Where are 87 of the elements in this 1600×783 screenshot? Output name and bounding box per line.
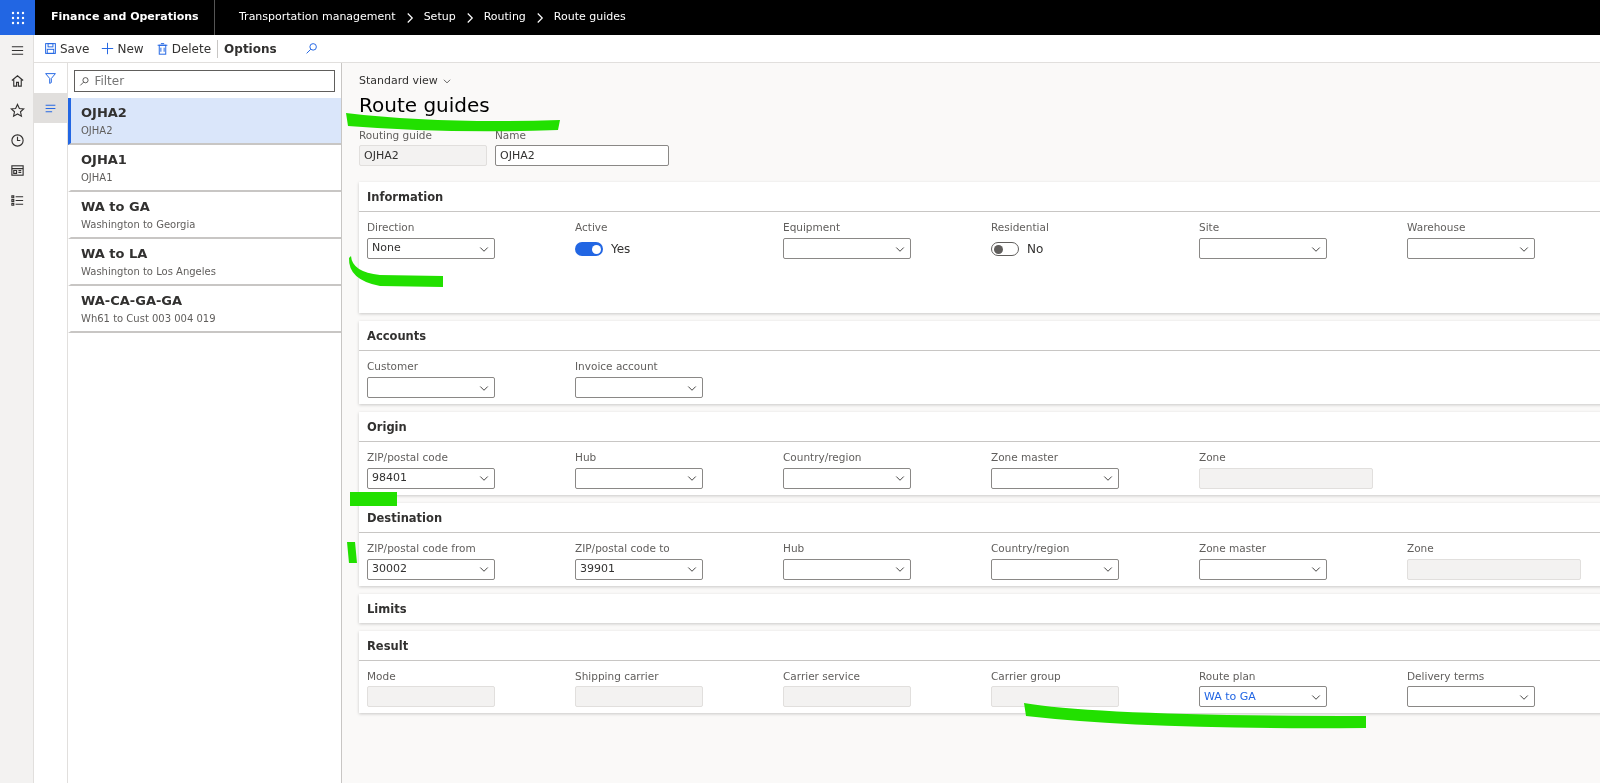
search-icon	[79, 75, 90, 87]
save-button[interactable]: Save	[38, 34, 96, 63]
dropdown-field[interactable]: WA to GA	[1199, 686, 1327, 708]
dropdown-field[interactable]	[991, 467, 1119, 489]
field-label: Warehouse	[1407, 220, 1467, 236]
field-label: Hub	[575, 450, 598, 465]
field-label: Routing guide	[359, 127, 433, 143]
new-button[interactable]: New	[95, 34, 150, 63]
toggle-switch[interactable]	[575, 242, 603, 256]
delete-button[interactable]: Delete	[149, 34, 218, 63]
list-item[interactable]: WA to GA Washington to Georgia	[68, 192, 341, 239]
field-label: Mode	[367, 668, 397, 684]
field-label: Name	[495, 127, 527, 143]
field-label: Hub	[783, 540, 806, 556]
section-title[interactable]: Destination	[367, 510, 443, 525]
dropdown-field[interactable]: 30002	[367, 558, 495, 580]
dropdown-field[interactable]	[575, 377, 703, 398]
marker-stroke	[347, 542, 357, 563]
plus-icon	[101, 42, 115, 55]
field-label: Zone	[1199, 450, 1227, 465]
dropdown-field[interactable]: None	[367, 238, 495, 259]
field-label: Zone	[1407, 540, 1435, 556]
toggle-label: No	[1027, 241, 1044, 258]
section-title[interactable]: Accounts	[367, 329, 427, 344]
toggle-switch[interactable]	[991, 242, 1019, 256]
field-label: Country/region	[783, 450, 863, 465]
list-item[interactable]: OJHA1 OJHA1	[68, 145, 341, 192]
breadcrumb-link[interactable]: Route guides	[553, 9, 626, 26]
options-button[interactable]: Options	[218, 34, 283, 63]
filter-field[interactable]: Filter	[74, 70, 335, 92]
field-label: Active	[575, 220, 609, 236]
input-field[interactable]: OJHA2	[359, 145, 487, 167]
field-label: Zone master	[1199, 540, 1268, 556]
search-icon	[304, 42, 318, 55]
field-label: Direction	[367, 220, 416, 236]
field-label: Carrier group	[991, 668, 1062, 684]
field-label: ZIP/postal code to	[575, 540, 671, 556]
filter-field[interactable]: Filter	[92, 71, 330, 91]
toggle-label: Yes	[611, 241, 631, 258]
field-label: Country/region	[991, 540, 1071, 556]
save-icon	[44, 42, 57, 55]
filter-icon[interactable]	[44, 71, 57, 85]
workspace-icon[interactable]	[9, 162, 25, 178]
field-label: Route plan	[1199, 668, 1257, 684]
section-title[interactable]: Information	[367, 190, 444, 205]
dropdown-field[interactable]	[1407, 238, 1535, 259]
dropdown-field[interactable]	[1199, 558, 1327, 580]
section-title[interactable]: Result	[367, 638, 409, 653]
field-label: Zone master	[991, 450, 1060, 465]
star-icon[interactable]	[9, 102, 25, 118]
section-title[interactable]: Limits	[367, 601, 407, 616]
dropdown-field[interactable]	[783, 467, 911, 489]
section-title[interactable]: Origin	[367, 420, 407, 434]
dropdown-field[interactable]	[991, 558, 1119, 580]
input-field[interactable]: OJHA2	[495, 145, 669, 167]
dropdown-field[interactable]	[783, 238, 911, 259]
marker-stroke	[350, 492, 397, 506]
field-label: Site	[1199, 220, 1221, 236]
app-launcher-icon[interactable]	[9, 9, 26, 26]
dropdown-field[interactable]	[783, 558, 911, 580]
list-icon[interactable]	[9, 192, 25, 208]
field-label: ZIP/postal code from	[367, 540, 477, 556]
dropdown-field[interactable]: 98401	[367, 467, 495, 489]
breadcrumb-link[interactable]: Transportation management	[239, 9, 396, 26]
view-selector[interactable]: Standard view	[359, 73, 452, 90]
home-icon[interactable]	[9, 72, 25, 88]
field-label: Residential	[991, 220, 1050, 236]
list-item[interactable]: WA to LA Washington to Los Angeles	[68, 239, 341, 286]
dropdown-field[interactable]	[1407, 686, 1535, 708]
list-item[interactable]: OJHA2 OJHA2	[68, 98, 341, 145]
list-item[interactable]: WA-CA-GA-GA Wh61 to Cust 003 004 019	[68, 286, 341, 333]
dropdown-field[interactable]	[1199, 238, 1327, 259]
field-label: Carrier service	[783, 668, 861, 684]
field-label: Delivery terms	[1407, 668, 1486, 684]
page-title: Route guides	[359, 91, 491, 119]
clock-icon[interactable]	[9, 132, 25, 148]
field-label: Shipping carrier	[575, 668, 660, 684]
dropdown-field[interactable]	[367, 377, 495, 398]
dropdown-field[interactable]: 39901	[575, 558, 703, 580]
breadcrumb-link[interactable]: Setup	[423, 9, 456, 26]
field-label: ZIP/postal code	[367, 450, 449, 465]
trash-icon	[155, 42, 169, 55]
field-label: Invoice account	[575, 359, 659, 375]
dropdown-field[interactable]	[575, 467, 703, 489]
field-label: Customer	[367, 359, 419, 375]
field-label: Equipment	[783, 220, 841, 236]
breadcrumb-link[interactable]: Routing	[483, 9, 526, 26]
